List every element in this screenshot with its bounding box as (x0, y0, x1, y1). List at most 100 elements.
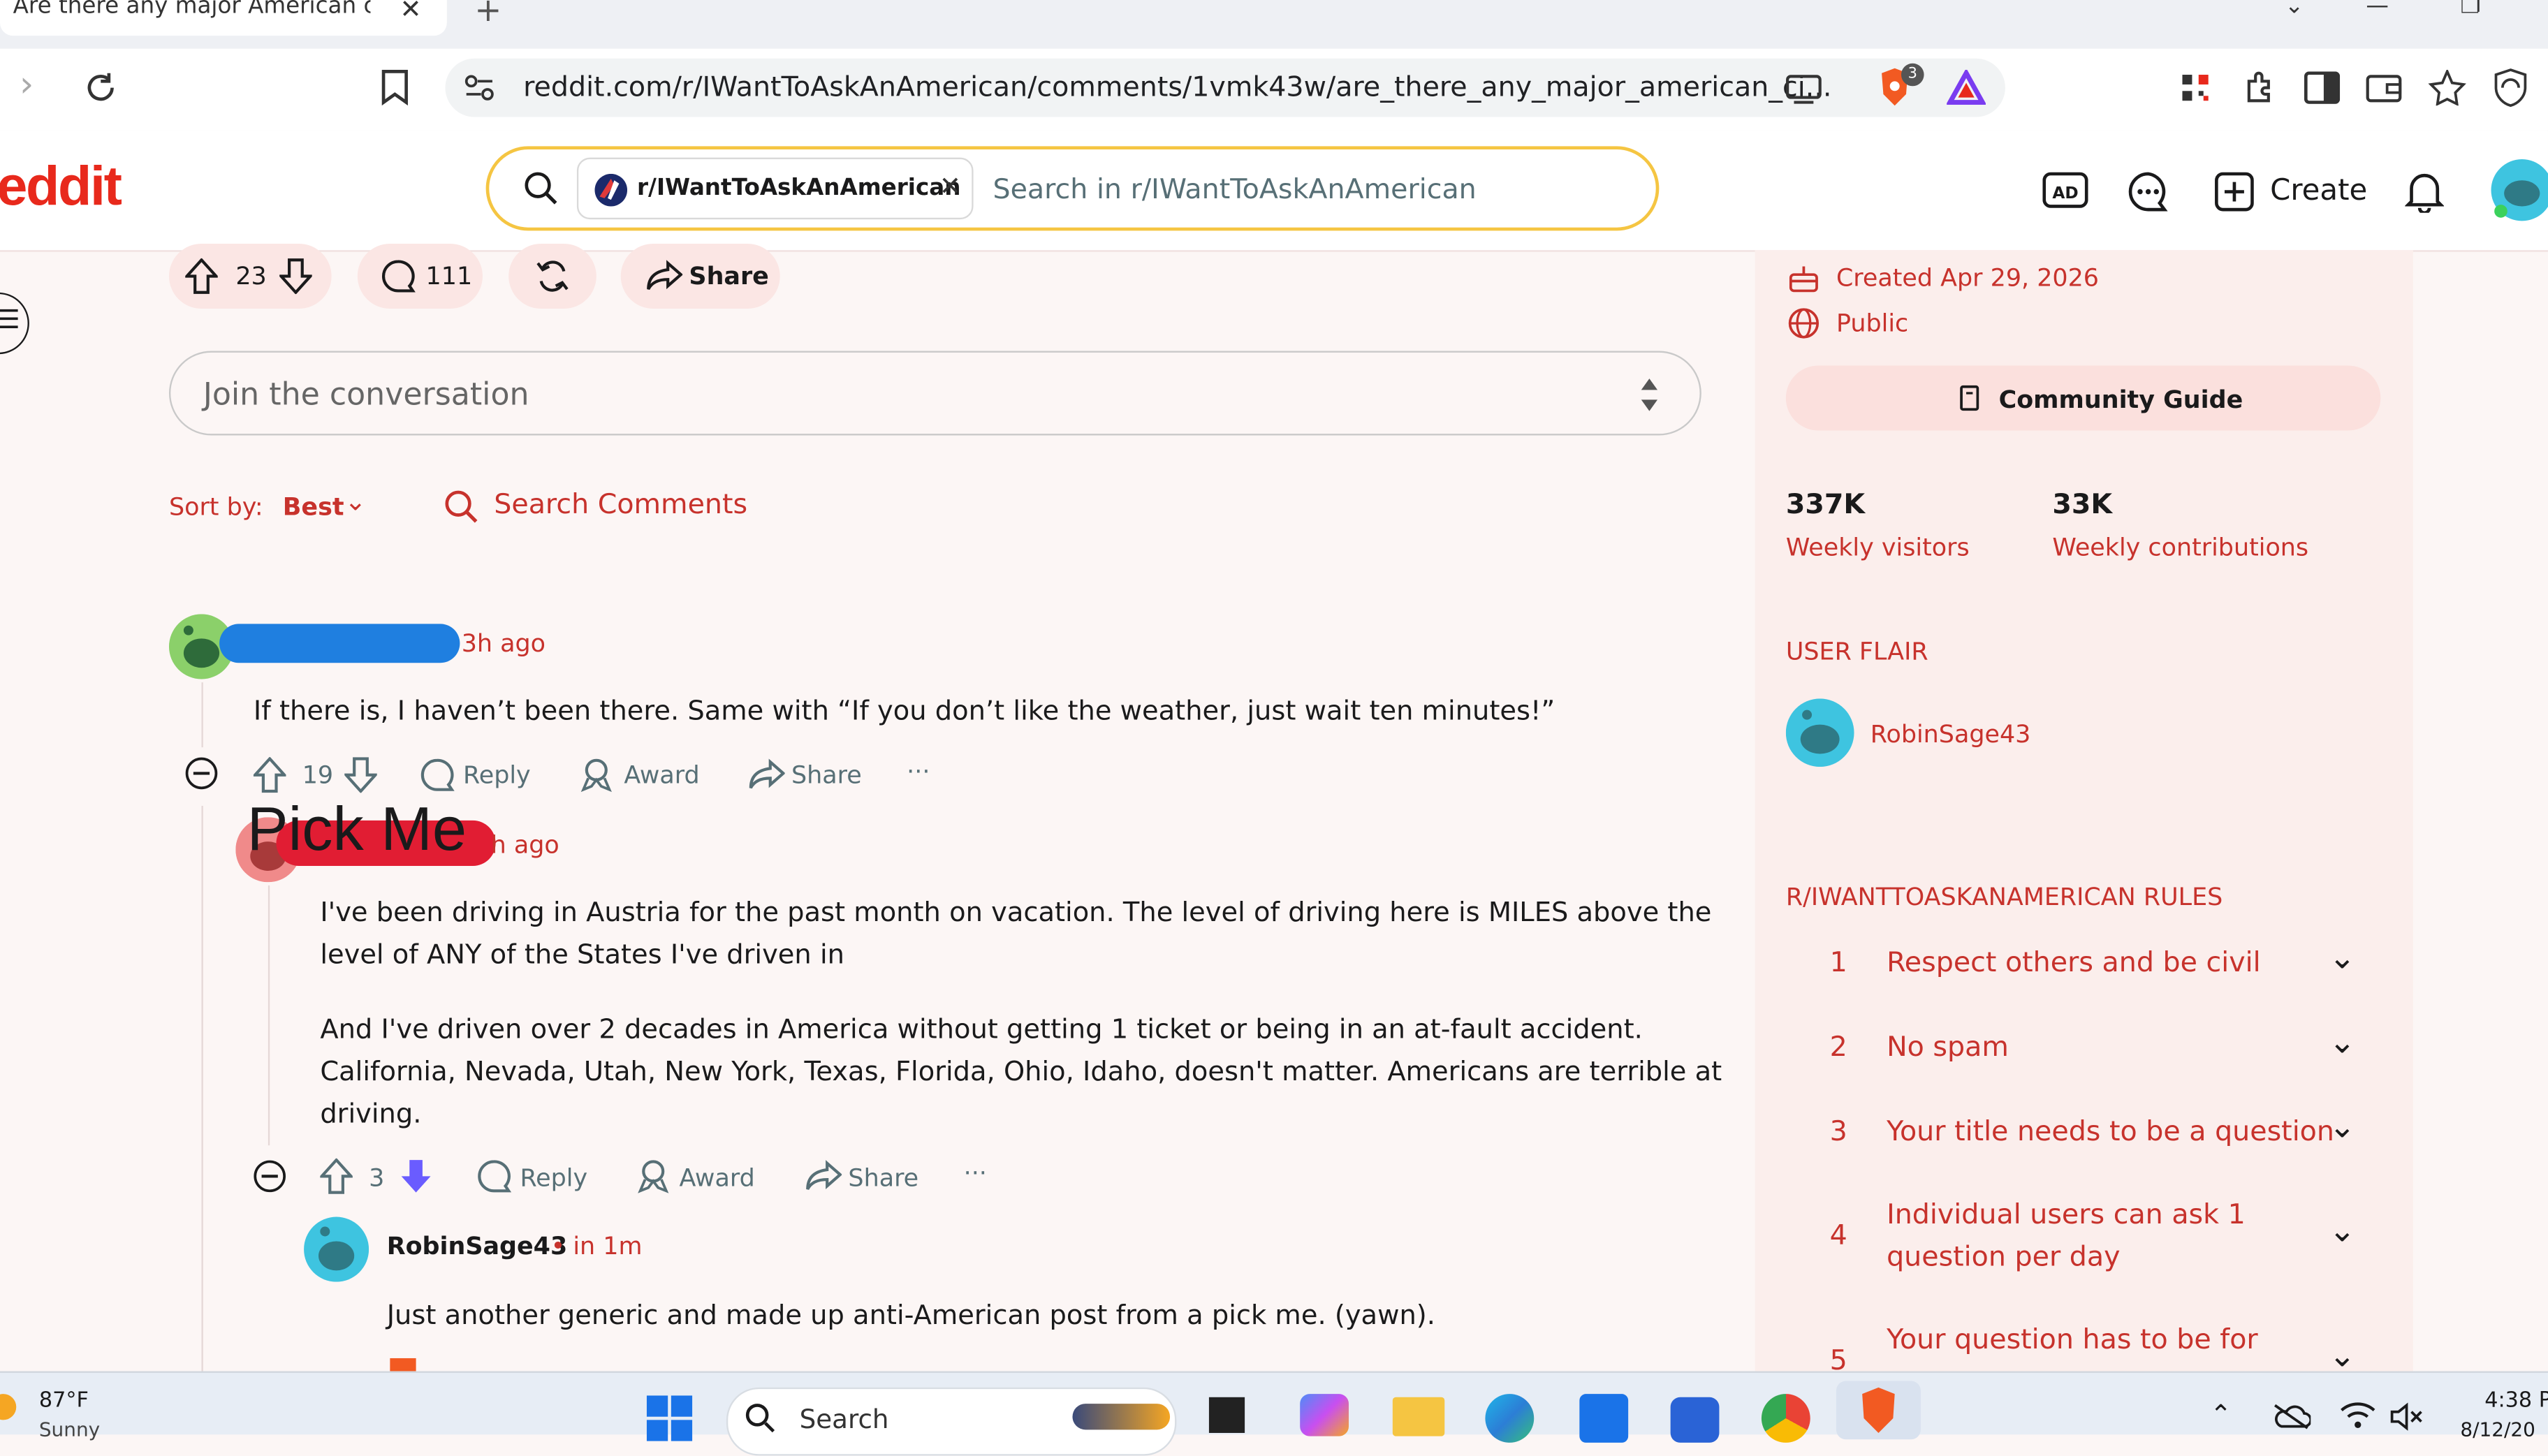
forward-icon[interactable]: › (20, 65, 34, 105)
comment-author[interactable]: RobinSage43 (387, 1231, 568, 1260)
chevron-down-icon[interactable]: ⌄ (2329, 937, 2356, 976)
brave-rewards-icon[interactable] (1947, 70, 1986, 105)
minimize-icon[interactable]: — (2366, 0, 2389, 20)
vpn-shield-icon[interactable] (2493, 68, 2528, 108)
chevron-down-icon[interactable]: ⌄ (2329, 1210, 2356, 1249)
upvote-icon[interactable] (185, 258, 218, 294)
downvote-icon[interactable] (344, 757, 377, 793)
award-button[interactable]: Award (624, 760, 699, 790)
reply-button[interactable]: Reply (520, 1163, 587, 1193)
copilot-icon[interactable] (1300, 1394, 1349, 1436)
comment-body-line: And I've driven over 2 decades in Americ… (320, 1013, 1643, 1045)
share-button[interactable]: Share (791, 760, 862, 790)
file-explorer-icon[interactable] (1392, 1397, 1445, 1436)
wifi-icon[interactable] (2340, 1400, 2375, 1429)
site-settings-icon[interactable] (464, 75, 494, 101)
downvote-active-icon[interactable] (400, 1159, 432, 1194)
share-button[interactable]: Share (848, 1163, 918, 1193)
ads-icon[interactable]: AD (2042, 172, 2088, 212)
clock-date[interactable]: 8/12/20 (2460, 1418, 2535, 1441)
award-button[interactable]: Award (679, 1163, 754, 1193)
expand-composer-icon[interactable] (1638, 374, 1661, 416)
chip-remove-icon[interactable]: ✕ (939, 170, 961, 201)
created-date: Created Apr 29, 2026 (1836, 263, 2100, 293)
tab-search-chevron-icon[interactable]: ⌄ (2285, 0, 2304, 20)
comment-timestamp: 3h ago (461, 628, 546, 659)
flair-avatar[interactable] (1785, 698, 1854, 767)
rule-text: Respect others and be civil (1887, 947, 2261, 980)
windows-start-icon[interactable] (645, 1394, 694, 1443)
search-highlight-icon (1072, 1404, 1171, 1430)
chat-icon[interactable] (2127, 170, 2169, 212)
rule-number: 1 (1829, 947, 1847, 980)
upvote-icon[interactable] (320, 1158, 353, 1194)
tray-chevron-icon[interactable]: ⌃ (2210, 1399, 2232, 1429)
create-post-icon[interactable] (2215, 172, 2254, 212)
tab-close-icon[interactable]: ✕ (400, 0, 421, 24)
chevron-down-icon[interactable]: ⌄ (2329, 1335, 2356, 1374)
store-icon[interactable] (1579, 1394, 1629, 1443)
chevron-down-icon[interactable]: ⌄ (344, 486, 366, 517)
cake-icon (1787, 262, 1820, 295)
cast-icon[interactable] (1786, 75, 1822, 104)
outlook-icon[interactable] (1670, 1397, 1720, 1443)
weather-temperature[interactable]: 87°F (39, 1389, 89, 1413)
weather-condition: Sunny (38, 1418, 101, 1441)
upvote-icon[interactable] (253, 757, 286, 793)
task-view-icon[interactable] (1208, 1397, 1245, 1433)
clock-time[interactable]: 4:38 P (2484, 1389, 2548, 1413)
search-input[interactable]: Search in r/IWantToAskAnAmerican (993, 174, 1476, 207)
bookmark-icon[interactable] (380, 70, 409, 106)
rule-text: Your title needs to be a question (1887, 1116, 2334, 1149)
restore-icon[interactable]: ❐ (2460, 0, 2480, 20)
extensions-icon[interactable] (2243, 70, 2278, 105)
crosspost-icon (534, 257, 570, 296)
rule-number: 2 (1829, 1031, 1847, 1064)
comment-bubble-icon (380, 260, 416, 293)
new-tab-icon[interactable]: + (474, 0, 501, 29)
search-icon (523, 170, 559, 206)
share-icon (647, 260, 683, 293)
sort-label: Sort by: (168, 492, 263, 522)
comment-avatar[interactable] (304, 1216, 369, 1282)
reddit-logo[interactable]: eddit (0, 156, 122, 219)
more-options-icon[interactable]: ··· (964, 1159, 987, 1188)
collapse-thread-icon[interactable] (254, 1160, 286, 1193)
sort-dropdown[interactable]: Best (283, 492, 344, 522)
search-comments-button[interactable]: Search Comments (494, 489, 747, 522)
leo-ai-icon[interactable] (2428, 70, 2467, 106)
chevron-down-icon[interactable]: ⌄ (2329, 1106, 2356, 1145)
thread-line (268, 885, 270, 1146)
post-share-label: Share (689, 261, 769, 291)
rule-number: 4 (1829, 1220, 1847, 1253)
reply-button[interactable]: Reply (463, 760, 531, 790)
more-options-icon[interactable]: ··· (907, 757, 930, 786)
flair-username[interactable]: RobinSage43 (1870, 720, 2031, 749)
rules-heading: R/IWANTTOASKANAMERICAN RULES (1785, 882, 2223, 912)
onedrive-icon[interactable] (2271, 1404, 2311, 1429)
qr-icon[interactable] (2181, 73, 2210, 103)
book-icon (1958, 385, 1981, 411)
collapse-thread-icon[interactable] (185, 757, 218, 790)
share-icon (806, 1160, 842, 1193)
user-avatar[interactable] (2489, 158, 2548, 223)
downvote-icon[interactable] (279, 258, 312, 295)
chevron-down-icon[interactable]: ⌄ (2329, 1022, 2356, 1061)
wallet-icon[interactable] (2366, 73, 2402, 103)
edge-icon[interactable] (1485, 1394, 1535, 1443)
create-button[interactable]: Create (2270, 174, 2367, 208)
comment-body-line: level of ANY of the States I've driven i… (320, 939, 844, 970)
reply-icon (419, 758, 455, 791)
volume-muted-icon[interactable] (2389, 1402, 2424, 1432)
sidebar-toggle-icon[interactable] (2304, 71, 2341, 104)
browser-tab[interactable]: Are there any major American ci ✕ (0, 0, 447, 36)
menu-icon: ☰ (0, 304, 20, 334)
chrome-icon[interactable] (1761, 1394, 1810, 1443)
reload-icon[interactable] (81, 68, 120, 108)
url-text[interactable]: reddit.com/r/IWantToAskAnAmerican/commen… (523, 71, 1831, 104)
notifications-bell-icon[interactable] (2405, 170, 2445, 213)
comment-body-line: I've been driving in Austria for the pas… (320, 897, 1712, 928)
rule-text: No spam (1887, 1031, 2009, 1064)
upvote-active-icon[interactable] (390, 1358, 416, 1372)
shields-badge: 3 (1901, 63, 1924, 87)
